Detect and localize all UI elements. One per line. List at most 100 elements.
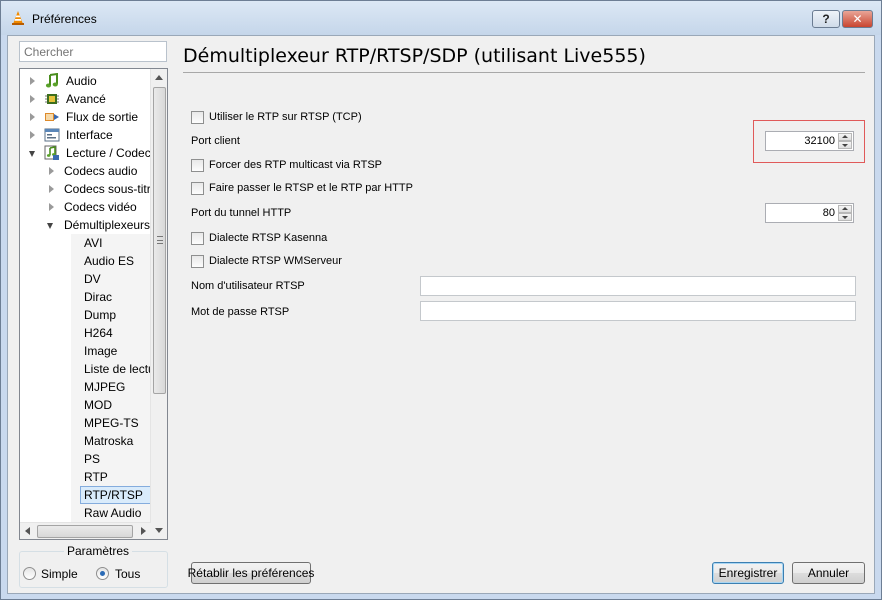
tree-item[interactable]: Dirac [20,288,151,306]
tree-item[interactable]: AVI [20,234,151,252]
codec-icon [44,145,60,161]
tree-expand-icon[interactable] [49,185,54,193]
cancel-button[interactable]: Annuler [792,562,865,584]
category-tree[interactable]: Audio Avancé Flux de sortie Interface Lectur… [19,68,168,540]
radio-simple-label[interactable]: Simple [41,567,78,581]
chip-icon [44,91,60,107]
password-input[interactable] [420,301,856,321]
preferences-window: Préférences ? ✕ Audio Avancé Flux de sorti… [0,0,882,600]
tree-item[interactable]: Raw Audio [20,504,151,522]
tree-collapse-icon[interactable] [29,151,35,157]
tree-item-label: Codecs audio [64,164,138,178]
tree-item-label: Liste de lecture [84,362,151,376]
tree-item[interactable]: Audio ES [20,252,151,270]
rtp-over-rtsp-label[interactable]: Utiliser le RTP sur RTSP (TCP) [209,111,362,123]
spin-up-icon[interactable] [838,205,852,213]
tree-expand-icon[interactable] [30,131,35,139]
tree-expand-icon[interactable] [49,167,54,175]
tree-item-label: H264 [84,326,113,340]
radio-simple[interactable] [23,567,36,580]
tree-item[interactable]: MPEG-TS [20,414,151,432]
tree-horizontal-scrollbar[interactable] [20,522,151,539]
close-button[interactable]: ✕ [842,10,873,28]
tree-item[interactable]: Audio [20,72,151,90]
tree-expand-icon[interactable] [30,113,35,121]
tree-expand-icon[interactable] [30,95,35,103]
tree-collapse-icon[interactable] [47,223,53,229]
tree-item-label: MOD [84,398,112,412]
tree-expand-icon[interactable] [49,203,54,211]
tree-item-label: MPEG-TS [84,416,139,430]
tree-item[interactable]: Image [20,342,151,360]
tree-item[interactable]: H264 [20,324,151,342]
tree-item[interactable]: Codecs audio [20,162,151,180]
spin-down-icon[interactable] [838,213,852,221]
tree-item[interactable]: Dump [20,306,151,324]
tree-item[interactable]: Liste de lecture [20,360,151,378]
tree-expand-icon[interactable] [30,77,35,85]
scroll-down-icon[interactable] [155,528,163,533]
tree-item-label: Matroska [84,434,134,448]
wmserver-label[interactable]: Dialecte RTSP WMServeur [209,255,342,267]
panel-title: Démultiplexeur RTP/RTSP/SDP (utilisant L… [183,45,646,67]
wmserver-checkbox[interactable] [191,255,204,268]
tree-item[interactable]: MOD [20,396,151,414]
reset-preferences-button[interactable]: Rétablir les préférences [188,562,314,584]
scroll-thumb[interactable] [153,87,166,394]
rtp-over-rtsp-checkbox[interactable] [191,111,204,124]
search-input[interactable] [19,41,167,62]
force-multicast-checkbox[interactable] [191,159,204,172]
tree-item[interactable]: Codecs vidéo [20,198,151,216]
tree-vertical-scrollbar[interactable] [150,69,167,539]
tree-item[interactable]: Lecture / Codecs [20,144,151,162]
tree-item-label: Dump [84,308,117,322]
http-tunnel-checkbox[interactable] [191,182,204,195]
tree-item[interactable]: MJPEG [20,378,151,396]
tree-item[interactable]: RTP [20,468,151,486]
tree-item[interactable]: PS [20,450,151,468]
force-multicast-label[interactable]: Forcer des RTP multicast via RTSP [209,159,382,171]
tree-item-label: Raw Audio [84,506,142,520]
http-tunnel-port-spinbox[interactable]: 80 [765,203,854,223]
params-group-title: Paramètres [64,544,133,558]
hscroll-thumb[interactable] [37,525,133,538]
tree-item[interactable]: Avancé [20,90,151,108]
title-divider [183,72,865,73]
tree-item[interactable]: DV [20,270,151,288]
http-tunnel-label[interactable]: Faire passer le RTSP et le RTP par HTTP [209,182,413,194]
radio-all-label[interactable]: Tous [115,567,140,581]
tree-item-label: RTP/RTSP [84,488,143,502]
scroll-right-icon[interactable] [141,527,146,535]
vlc-cone-icon [12,11,24,25]
tree-item[interactable]: Flux de sortie [20,108,151,126]
tree-item[interactable]: RTP/RTSP [20,486,151,504]
tree-item-label: Lecture / Codecs [66,146,151,160]
http-tunnel-port-value[interactable]: 80 [823,207,835,219]
kasenna-label[interactable]: Dialecte RTSP Kasenna [209,232,327,244]
tree-item[interactable]: Interface [20,126,151,144]
username-input[interactable] [420,276,856,296]
stream-output-icon [44,109,60,125]
client-port-label: Port client [191,135,240,147]
tree-item-label: Flux de sortie [66,110,139,124]
tree-item-label: RTP [84,470,108,484]
tree-item-label: Interface [66,128,113,142]
kasenna-checkbox[interactable] [191,232,204,245]
tree-item-label: Avancé [66,92,106,106]
tree-item-label: Audio ES [84,254,135,268]
save-button[interactable]: Enregistrer [712,562,784,584]
scroll-left-icon[interactable] [25,527,30,535]
help-button[interactable]: ? [812,10,840,28]
window-title: Préférences [32,12,97,26]
params-group: Paramètres Simple Tous [19,544,168,588]
tree-item[interactable]: Codecs sous-titres [20,180,151,198]
tree-item[interactable]: Démultiplexeurs [20,216,151,234]
title-bar: Préférences ? ✕ [1,1,881,35]
username-label: Nom d'utilisateur RTSP [191,280,305,292]
tree-item-label: Démultiplexeurs [64,218,151,232]
scroll-up-icon[interactable] [155,75,163,80]
tree-item[interactable]: Matroska [20,432,151,450]
radio-all[interactable] [96,567,109,580]
preferences-content: Audio Avancé Flux de sortie Interface Lectur… [7,35,875,594]
highlight-box [753,120,865,163]
